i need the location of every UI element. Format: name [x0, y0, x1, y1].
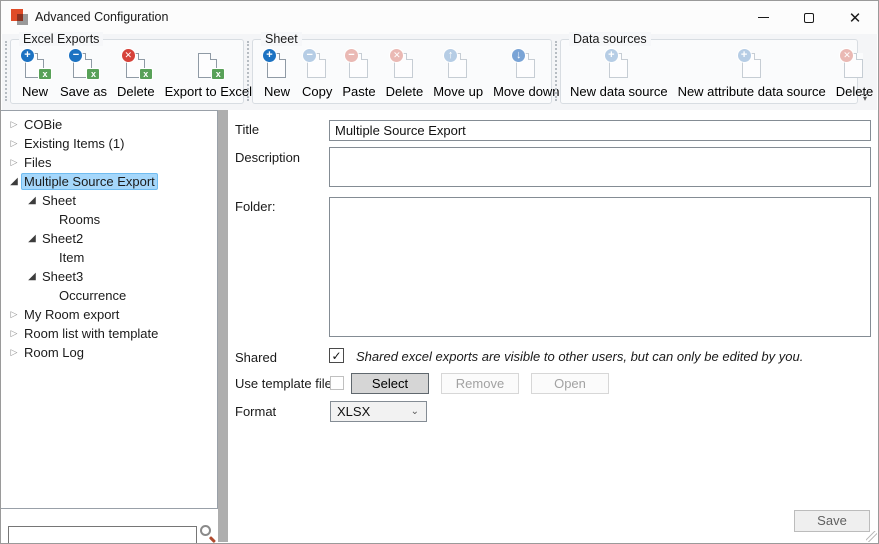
expander-icon[interactable]: ◢	[25, 233, 39, 244]
format-dropdown[interactable]: XLSX ⌄	[330, 401, 427, 422]
use-template-file-checkbox[interactable]	[330, 376, 344, 390]
title-label: Title	[235, 122, 259, 137]
expander-icon[interactable]: ▷	[7, 138, 21, 149]
folder-label: Folder:	[235, 199, 275, 214]
expander-icon[interactable]: ◢	[25, 195, 39, 206]
window-title: Advanced Configuration	[35, 1, 168, 34]
tree-item-multiple-source-export[interactable]: ◢ Multiple Source Export	[1, 172, 217, 191]
folder-input[interactable]	[329, 197, 871, 337]
data-source-delete-button[interactable]: ✕ Delete	[831, 48, 879, 99]
document-cross-icon: ✕	[839, 50, 869, 81]
group-title: Excel Exports	[19, 32, 103, 46]
maximize-button[interactable]	[786, 1, 832, 34]
titlebar: Advanced Configuration ✕	[1, 1, 878, 34]
document-minus-icon: −	[344, 50, 374, 81]
advanced-configuration-window: Advanced Configuration ✕ Excel Exports +…	[0, 0, 879, 544]
maximize-icon	[804, 13, 814, 23]
description-label: Description	[235, 150, 300, 165]
tree-item-item[interactable]: Item	[1, 248, 217, 267]
expander-icon[interactable]: ▷	[7, 157, 21, 168]
toolbar: Excel Exports +x New −x Save as ✕x	[2, 34, 877, 110]
excel-exports-delete-button[interactable]: ✕x Delete	[112, 48, 160, 99]
sheet-paste-button[interactable]: − Paste	[337, 48, 380, 99]
tree-search-input[interactable]	[8, 526, 197, 544]
expander-icon[interactable]: ◢	[7, 176, 21, 187]
sheet-move-up-button[interactable]: ↑ Move up	[428, 48, 488, 99]
select-template-button[interactable]: Select	[351, 373, 429, 394]
format-value: XLSX	[337, 404, 370, 419]
tree-item-files[interactable]: ▷ Files	[1, 153, 217, 172]
chevron-down-icon: ▾	[859, 95, 871, 102]
description-input[interactable]	[329, 147, 871, 187]
tree-item-cobie[interactable]: ▷ COBie	[1, 115, 217, 134]
excel-exports-save-as-button[interactable]: −x Save as	[55, 48, 112, 99]
toolbar-group-data-sources: Data sources + New data source + New att…	[560, 39, 858, 104]
toolbar-gripper[interactable]	[5, 41, 8, 101]
document-arrow-up-icon: ↑	[443, 50, 473, 81]
document-plus-icon: +	[737, 50, 767, 81]
tree-item-room-log[interactable]: ▷ Room Log	[1, 343, 217, 362]
search-icon[interactable]	[198, 523, 218, 543]
shared-note: Shared excel exports are visible to othe…	[356, 349, 803, 364]
toolbar-gripper[interactable]	[247, 41, 250, 101]
check-icon: ✓	[331, 349, 341, 363]
export-tree: ▷ COBie ▷ Existing Items (1) ▷ Files ◢ M…	[1, 110, 218, 509]
sheet-move-down-button[interactable]: ↓ Move down	[488, 48, 564, 99]
toolbar-group-sheet: Sheet + New − Copy −	[252, 39, 552, 104]
group-title: Data sources	[569, 32, 651, 46]
tree-item-sheet[interactable]: ◢ Sheet	[1, 191, 217, 210]
document-plus-icon: +	[262, 50, 292, 81]
tree-item-rooms[interactable]: Rooms	[1, 210, 217, 229]
format-label: Format	[235, 404, 276, 419]
document-excel-icon: x	[193, 50, 223, 81]
document-cross-icon: ✕	[389, 50, 419, 81]
title-input[interactable]	[329, 120, 871, 141]
app-icon	[11, 9, 28, 26]
toolbar-overflow-button[interactable]: ▾	[859, 94, 871, 102]
export-to-excel-button[interactable]: x Export to Excel	[160, 48, 257, 99]
tree-item-existing-items[interactable]: ▷ Existing Items (1)	[1, 134, 217, 153]
toolbar-group-excel-exports: Excel Exports +x New −x Save as ✕x	[10, 39, 244, 104]
export-details-form: Title Description Folder: Shared ✓ Share…	[228, 110, 877, 542]
chevron-down-icon: ⌄	[411, 403, 419, 420]
expander-icon[interactable]: ◢	[25, 271, 39, 282]
minimize-icon	[758, 17, 769, 18]
panel-splitter[interactable]	[218, 110, 228, 542]
expander-icon[interactable]: ▷	[7, 347, 21, 358]
close-icon: ✕	[849, 9, 862, 27]
tree-item-sheet3[interactable]: ◢ Sheet3	[1, 267, 217, 286]
expander-icon[interactable]: ▷	[7, 119, 21, 130]
save-button[interactable]: Save	[794, 510, 870, 532]
toolbar-gripper[interactable]	[555, 41, 558, 101]
shared-label: Shared	[235, 350, 277, 365]
document-plus-icon: +	[604, 50, 634, 81]
document-cross-excel-icon: ✕x	[121, 50, 151, 81]
expander-icon[interactable]: ▷	[7, 328, 21, 339]
expander-icon[interactable]: ▷	[7, 309, 21, 320]
use-template-file-label: Use template file	[235, 376, 332, 391]
sheet-delete-button[interactable]: ✕ Delete	[381, 48, 429, 99]
group-title: Sheet	[261, 32, 302, 46]
tree-item-occurrence[interactable]: Occurrence	[1, 286, 217, 305]
close-button[interactable]: ✕	[832, 1, 878, 34]
excel-exports-new-button[interactable]: +x New	[15, 48, 55, 99]
minimize-button[interactable]	[740, 1, 786, 34]
window-resize-grip[interactable]	[866, 531, 877, 542]
document-minus-icon: −	[302, 50, 332, 81]
document-plus-excel-icon: +x	[20, 50, 50, 81]
new-attribute-data-source-button[interactable]: + New attribute data source	[673, 48, 831, 99]
tree-item-my-room-export[interactable]: ▷ My Room export	[1, 305, 217, 324]
sheet-new-button[interactable]: + New	[257, 48, 297, 99]
shared-checkbox[interactable]: ✓	[329, 348, 344, 363]
document-arrow-down-icon: ↓	[511, 50, 541, 81]
new-data-source-button[interactable]: + New data source	[565, 48, 673, 99]
sheet-copy-button[interactable]: − Copy	[297, 48, 337, 99]
tree-item-room-list-with-template[interactable]: ▷ Room list with template	[1, 324, 217, 343]
document-minus-excel-icon: −x	[68, 50, 98, 81]
open-template-button[interactable]: Open	[531, 373, 609, 394]
remove-template-button[interactable]: Remove	[441, 373, 519, 394]
tree-item-sheet2[interactable]: ◢ Sheet2	[1, 229, 217, 248]
